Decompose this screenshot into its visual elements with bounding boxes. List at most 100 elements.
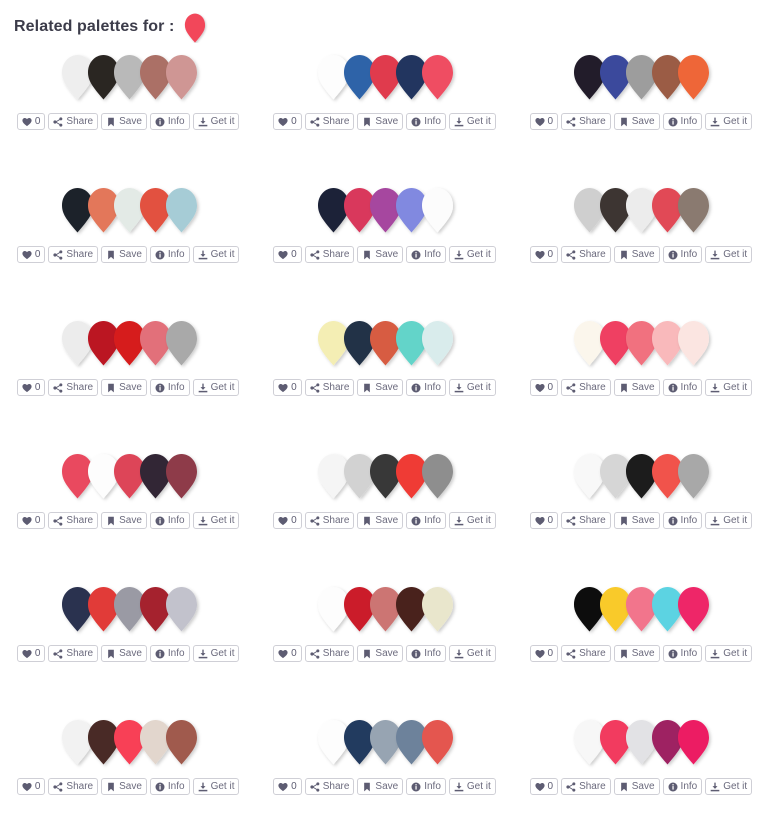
save-button[interactable]: Save	[101, 645, 147, 662]
share-button[interactable]: Share	[561, 512, 611, 529]
info-button[interactable]: Info	[406, 246, 446, 263]
like-button[interactable]: 0	[529, 113, 559, 130]
palette-swatch[interactable]	[677, 320, 710, 366]
get-button[interactable]: Get it	[448, 113, 496, 130]
palette-swatch[interactable]	[165, 586, 198, 632]
palette-swatch[interactable]	[421, 187, 454, 233]
share-button[interactable]: Share	[561, 778, 611, 795]
like-button[interactable]: 0	[529, 512, 559, 529]
info-button[interactable]: Info	[149, 113, 190, 130]
palette-swatch[interactable]	[421, 586, 454, 632]
palette-swatch[interactable]	[165, 187, 198, 233]
info-button[interactable]: Info	[406, 778, 446, 795]
share-button[interactable]: Share	[48, 512, 99, 529]
like-button[interactable]: 0	[529, 246, 559, 263]
info-button[interactable]: Info	[149, 645, 190, 662]
get-button[interactable]: Get it	[192, 113, 240, 130]
save-button[interactable]: Save	[357, 379, 404, 396]
palette-card[interactable]: 0 Share Save Info Get it	[0, 439, 256, 572]
like-button[interactable]: 0	[16, 379, 46, 396]
like-button[interactable]: 0	[273, 246, 302, 263]
share-button[interactable]: Share	[304, 778, 355, 795]
info-button[interactable]: Info	[149, 512, 190, 529]
save-button[interactable]: Save	[101, 113, 147, 130]
like-button[interactable]: 0	[16, 512, 46, 529]
info-button[interactable]: Info	[662, 379, 703, 396]
palette-card[interactable]: 0 Share Save Info Get it	[513, 306, 769, 439]
palette-swatch[interactable]	[421, 320, 454, 366]
save-button[interactable]: Save	[357, 246, 404, 263]
get-button[interactable]: Get it	[448, 512, 496, 529]
like-button[interactable]: 0	[273, 113, 302, 130]
palette-card[interactable]: 0 Share Save Info Get it	[0, 306, 256, 439]
palette-card[interactable]: 0 Share Save Info Get it	[513, 173, 769, 306]
share-button[interactable]: Share	[304, 379, 355, 396]
get-button[interactable]: Get it	[705, 246, 753, 263]
palette-card[interactable]: 0 Share Save Info Get it	[513, 705, 769, 838]
like-button[interactable]: 0	[529, 645, 559, 662]
save-button[interactable]: Save	[357, 113, 404, 130]
like-button[interactable]: 0	[16, 645, 46, 662]
palette-card[interactable]: 0 Share Save Info Get it	[513, 40, 769, 173]
palette-card[interactable]: 0 Share Save Info Get it	[513, 572, 769, 705]
info-button[interactable]: Info	[662, 778, 703, 795]
get-button[interactable]: Get it	[448, 778, 496, 795]
save-button[interactable]: Save	[357, 778, 404, 795]
save-button[interactable]: Save	[613, 246, 660, 263]
save-button[interactable]: Save	[101, 246, 147, 263]
info-button[interactable]: Info	[406, 512, 446, 529]
share-button[interactable]: Share	[561, 379, 611, 396]
palette-swatch[interactable]	[165, 719, 198, 765]
info-button[interactable]: Info	[406, 379, 446, 396]
palette-swatch[interactable]	[165, 453, 198, 499]
save-button[interactable]: Save	[101, 778, 147, 795]
share-button[interactable]: Share	[48, 246, 99, 263]
share-button[interactable]: Share	[48, 645, 99, 662]
like-button[interactable]: 0	[16, 113, 46, 130]
info-button[interactable]: Info	[662, 512, 703, 529]
like-button[interactable]: 0	[273, 512, 302, 529]
share-button[interactable]: Share	[48, 113, 99, 130]
info-button[interactable]: Info	[662, 645, 703, 662]
get-button[interactable]: Get it	[448, 246, 496, 263]
share-button[interactable]: Share	[561, 246, 611, 263]
save-button[interactable]: Save	[613, 379, 660, 396]
palette-card[interactable]: 0 Share Save Info Get it	[256, 572, 512, 705]
share-button[interactable]: Share	[304, 113, 355, 130]
palette-swatch[interactable]	[677, 719, 710, 765]
like-button[interactable]: 0	[16, 246, 46, 263]
palette-card[interactable]: 0 Share Save Info Get it	[256, 439, 512, 572]
get-button[interactable]: Get it	[192, 645, 240, 662]
info-button[interactable]: Info	[662, 246, 703, 263]
get-button[interactable]: Get it	[705, 512, 753, 529]
palette-swatch[interactable]	[677, 54, 710, 100]
save-button[interactable]: Save	[357, 512, 404, 529]
get-button[interactable]: Get it	[192, 379, 240, 396]
share-button[interactable]: Share	[48, 778, 99, 795]
palette-swatch[interactable]	[677, 453, 710, 499]
palette-card[interactable]: 0 Share Save Info Get it	[256, 306, 512, 439]
info-button[interactable]: Info	[149, 379, 190, 396]
like-button[interactable]: 0	[529, 778, 559, 795]
info-button[interactable]: Info	[406, 113, 446, 130]
palette-card[interactable]: 0 Share Save Info Get it	[256, 705, 512, 838]
palette-swatch[interactable]	[677, 187, 710, 233]
save-button[interactable]: Save	[101, 379, 147, 396]
save-button[interactable]: Save	[101, 512, 147, 529]
info-button[interactable]: Info	[149, 778, 190, 795]
save-button[interactable]: Save	[613, 512, 660, 529]
like-button[interactable]: 0	[273, 379, 302, 396]
get-button[interactable]: Get it	[448, 379, 496, 396]
palette-swatch[interactable]	[165, 320, 198, 366]
save-button[interactable]: Save	[613, 778, 660, 795]
get-button[interactable]: Get it	[705, 379, 753, 396]
palette-swatch[interactable]	[421, 54, 454, 100]
get-button[interactable]: Get it	[192, 512, 240, 529]
palette-card[interactable]: 0 Share Save Info Get it	[0, 40, 256, 173]
palette-swatch[interactable]	[165, 54, 198, 100]
info-button[interactable]: Info	[662, 113, 703, 130]
palette-card[interactable]: 0 Share Save Info Get it	[0, 173, 256, 306]
palette-card[interactable]: 0 Share Save Info Get it	[513, 439, 769, 572]
info-button[interactable]: Info	[406, 645, 446, 662]
like-button[interactable]: 0	[273, 645, 302, 662]
